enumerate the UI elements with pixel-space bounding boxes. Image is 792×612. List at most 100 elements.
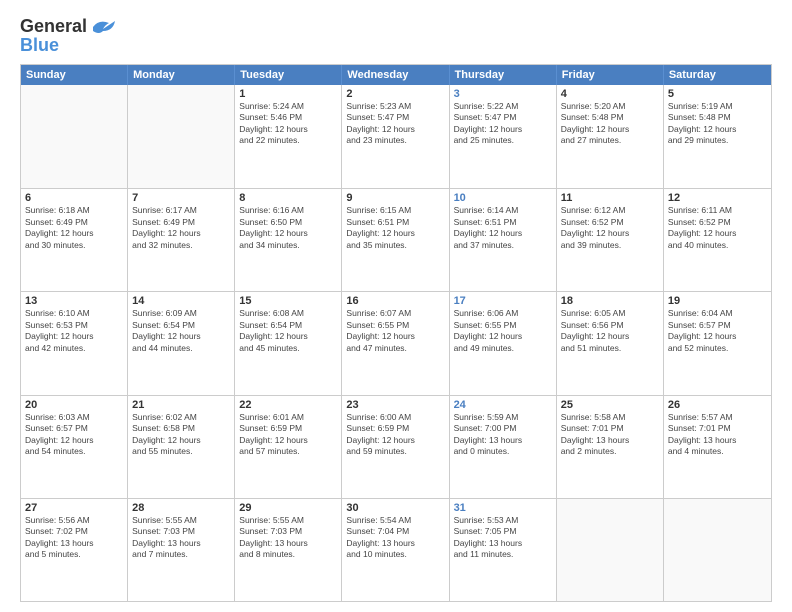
header: General Blue — [20, 16, 772, 56]
day-info-line: Daylight: 12 hours — [132, 228, 230, 239]
day-info-line: Sunset: 7:03 PM — [239, 526, 337, 537]
day-info-line: Daylight: 12 hours — [668, 124, 767, 135]
day-info-line: Sunset: 7:02 PM — [25, 526, 123, 537]
calendar-cell — [128, 85, 235, 188]
calendar-cell: 22Sunrise: 6:01 AMSunset: 6:59 PMDayligh… — [235, 396, 342, 498]
day-number: 23 — [346, 399, 444, 411]
day-info-line: Daylight: 12 hours — [668, 331, 767, 342]
day-info-line: Sunrise: 6:12 AM — [561, 205, 659, 216]
day-info-line: and 59 minutes. — [346, 446, 444, 457]
day-info-line: Sunset: 6:57 PM — [25, 423, 123, 434]
day-number: 1 — [239, 88, 337, 100]
day-info-line: Sunrise: 6:03 AM — [25, 412, 123, 423]
day-info-line: Daylight: 12 hours — [454, 124, 552, 135]
calendar-cell — [664, 499, 771, 601]
week-row-4: 27Sunrise: 5:56 AMSunset: 7:02 PMDayligh… — [21, 498, 771, 601]
day-info-line: Sunrise: 5:57 AM — [668, 412, 767, 423]
day-info-line: and 39 minutes. — [561, 240, 659, 251]
day-info-line: Sunrise: 6:18 AM — [25, 205, 123, 216]
day-info-line: Sunrise: 6:07 AM — [346, 308, 444, 319]
day-info-line: Daylight: 12 hours — [346, 228, 444, 239]
day-info-line: Sunset: 6:52 PM — [668, 217, 767, 228]
day-info-line: and 22 minutes. — [239, 135, 337, 146]
day-number: 10 — [454, 192, 552, 204]
calendar-cell: 7Sunrise: 6:17 AMSunset: 6:49 PMDaylight… — [128, 189, 235, 291]
calendar-cell: 4Sunrise: 5:20 AMSunset: 5:48 PMDaylight… — [557, 85, 664, 188]
logo: General Blue — [20, 16, 117, 56]
day-info-line: Daylight: 12 hours — [25, 228, 123, 239]
day-info-line: Sunrise: 5:19 AM — [668, 101, 767, 112]
week-row-0: 1Sunrise: 5:24 AMSunset: 5:46 PMDaylight… — [21, 85, 771, 188]
calendar-cell: 1Sunrise: 5:24 AMSunset: 5:46 PMDaylight… — [235, 85, 342, 188]
day-number: 11 — [561, 192, 659, 204]
day-number: 7 — [132, 192, 230, 204]
calendar: SundayMondayTuesdayWednesdayThursdayFrid… — [20, 64, 772, 602]
calendar-cell — [21, 85, 128, 188]
day-info-line: Daylight: 12 hours — [132, 331, 230, 342]
day-info-line: and 0 minutes. — [454, 446, 552, 457]
day-number: 13 — [25, 295, 123, 307]
day-number: 5 — [668, 88, 767, 100]
day-number: 22 — [239, 399, 337, 411]
day-info-line: and 49 minutes. — [454, 343, 552, 354]
day-info-line: and 2 minutes. — [561, 446, 659, 457]
day-number: 29 — [239, 502, 337, 514]
calendar-cell: 30Sunrise: 5:54 AMSunset: 7:04 PMDayligh… — [342, 499, 449, 601]
day-info-line: Sunrise: 5:24 AM — [239, 101, 337, 112]
day-info-line: Daylight: 12 hours — [346, 435, 444, 446]
calendar-cell: 19Sunrise: 6:04 AMSunset: 6:57 PMDayligh… — [664, 292, 771, 394]
day-info-line: and 42 minutes. — [25, 343, 123, 354]
week-row-1: 6Sunrise: 6:18 AMSunset: 6:49 PMDaylight… — [21, 188, 771, 291]
calendar-cell: 14Sunrise: 6:09 AMSunset: 6:54 PMDayligh… — [128, 292, 235, 394]
day-info-line: and 57 minutes. — [239, 446, 337, 457]
day-info-line: and 5 minutes. — [25, 549, 123, 560]
day-info-line: Sunrise: 6:14 AM — [454, 205, 552, 216]
day-info-line: Sunrise: 6:17 AM — [132, 205, 230, 216]
day-info-line: Sunset: 7:00 PM — [454, 423, 552, 434]
day-info-line: Daylight: 13 hours — [668, 435, 767, 446]
calendar-cell: 24Sunrise: 5:59 AMSunset: 7:00 PMDayligh… — [450, 396, 557, 498]
day-number: 30 — [346, 502, 444, 514]
day-info-line: Sunrise: 5:23 AM — [346, 101, 444, 112]
day-number: 26 — [668, 399, 767, 411]
day-info-line: Sunset: 6:54 PM — [132, 320, 230, 331]
day-info-line: and 40 minutes. — [668, 240, 767, 251]
day-info-line: Sunrise: 6:01 AM — [239, 412, 337, 423]
calendar-cell: 9Sunrise: 6:15 AMSunset: 6:51 PMDaylight… — [342, 189, 449, 291]
day-number: 14 — [132, 295, 230, 307]
day-info-line: and 37 minutes. — [454, 240, 552, 251]
day-number: 28 — [132, 502, 230, 514]
day-info-line: Sunrise: 6:04 AM — [668, 308, 767, 319]
day-info-line: Sunset: 5:47 PM — [346, 112, 444, 123]
day-info-line: Daylight: 12 hours — [239, 124, 337, 135]
day-number: 18 — [561, 295, 659, 307]
day-info-line: Sunrise: 6:11 AM — [668, 205, 767, 216]
day-info-line: Daylight: 12 hours — [561, 228, 659, 239]
header-day-thursday: Thursday — [450, 65, 557, 85]
day-info-line: Sunset: 6:58 PM — [132, 423, 230, 434]
day-info-line: Sunrise: 5:55 AM — [239, 515, 337, 526]
day-info-line: Sunrise: 6:00 AM — [346, 412, 444, 423]
day-number: 9 — [346, 192, 444, 204]
week-row-3: 20Sunrise: 6:03 AMSunset: 6:57 PMDayligh… — [21, 395, 771, 498]
day-info-line: Sunrise: 6:08 AM — [239, 308, 337, 319]
day-info-line: Sunrise: 6:10 AM — [25, 308, 123, 319]
day-info-line: Sunrise: 6:05 AM — [561, 308, 659, 319]
day-info-line: and 54 minutes. — [25, 446, 123, 457]
day-info-line: Sunset: 7:03 PM — [132, 526, 230, 537]
logo-blue: Blue — [20, 35, 59, 56]
day-info-line: Sunset: 5:48 PM — [668, 112, 767, 123]
day-number: 25 — [561, 399, 659, 411]
day-number: 15 — [239, 295, 337, 307]
day-info-line: Sunrise: 5:54 AM — [346, 515, 444, 526]
day-info-line: and 27 minutes. — [561, 135, 659, 146]
day-number: 16 — [346, 295, 444, 307]
day-info-line: Sunset: 6:53 PM — [25, 320, 123, 331]
calendar-cell: 26Sunrise: 5:57 AMSunset: 7:01 PMDayligh… — [664, 396, 771, 498]
calendar-cell: 12Sunrise: 6:11 AMSunset: 6:52 PMDayligh… — [664, 189, 771, 291]
day-info-line: and 30 minutes. — [25, 240, 123, 251]
day-info-line: Sunset: 6:54 PM — [239, 320, 337, 331]
day-info-line: and 4 minutes. — [668, 446, 767, 457]
calendar-cell: 11Sunrise: 6:12 AMSunset: 6:52 PMDayligh… — [557, 189, 664, 291]
header-day-tuesday: Tuesday — [235, 65, 342, 85]
